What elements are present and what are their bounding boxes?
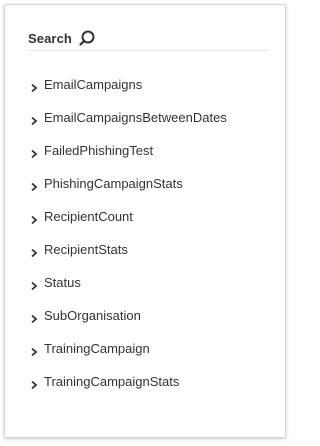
chevron-right-icon bbox=[30, 179, 38, 191]
nav-item-training-campaign-stats[interactable]: TrainingCampaignStats bbox=[30, 365, 227, 398]
chevron-right-icon bbox=[30, 80, 38, 92]
chevron-right-icon bbox=[30, 146, 38, 158]
search-label: Search bbox=[28, 30, 72, 46]
nav-item-email-campaigns-between-dates[interactable]: EmailCampaignsBetweenDates bbox=[30, 101, 227, 134]
nav-list: EmailCampaigns EmailCampaignsBetweenDate… bbox=[30, 68, 227, 398]
chevron-right-icon bbox=[30, 212, 38, 224]
nav-item-label: SubOrganisation bbox=[44, 308, 141, 323]
nav-item-label: EmailCampaigns bbox=[44, 77, 143, 92]
header-divider bbox=[28, 50, 269, 51]
search-header: Search bbox=[28, 27, 96, 49]
nav-item-recipient-count[interactable]: RecipientCount bbox=[30, 200, 227, 233]
nav-item-label: FailedPhishingTest bbox=[44, 143, 154, 158]
chevron-right-icon bbox=[30, 311, 38, 323]
nav-item-training-campaign[interactable]: TrainingCampaign bbox=[30, 332, 227, 365]
nav-item-phishing-campaign-stats[interactable]: PhishingCampaignStats bbox=[30, 167, 227, 200]
nav-item-sub-organisation[interactable]: SubOrganisation bbox=[30, 299, 227, 332]
nav-item-label: TrainingCampaign bbox=[44, 341, 150, 356]
nav-item-label: TrainingCampaignStats bbox=[44, 374, 180, 389]
chevron-right-icon bbox=[30, 344, 38, 356]
nav-item-email-campaigns[interactable]: EmailCampaigns bbox=[30, 68, 227, 101]
chevron-right-icon bbox=[30, 113, 38, 125]
chevron-right-icon bbox=[30, 377, 38, 389]
sidebar-panel: Search EmailCampaigns EmailCampaignsBetw… bbox=[4, 4, 286, 438]
chevron-right-icon bbox=[30, 278, 38, 290]
nav-item-label: RecipientCount bbox=[44, 209, 133, 224]
nav-item-status[interactable]: Status bbox=[30, 266, 227, 299]
nav-item-label: EmailCampaignsBetweenDates bbox=[44, 110, 227, 125]
nav-item-recipient-stats[interactable]: RecipientStats bbox=[30, 233, 227, 266]
nav-item-label: RecipientStats bbox=[44, 242, 128, 257]
nav-item-label: PhishingCampaignStats bbox=[44, 176, 183, 191]
nav-item-failed-phishing-test[interactable]: FailedPhishingTest bbox=[30, 134, 227, 167]
search-icon[interactable] bbox=[78, 29, 96, 47]
chevron-right-icon bbox=[30, 245, 38, 257]
nav-item-label: Status bbox=[44, 275, 81, 290]
